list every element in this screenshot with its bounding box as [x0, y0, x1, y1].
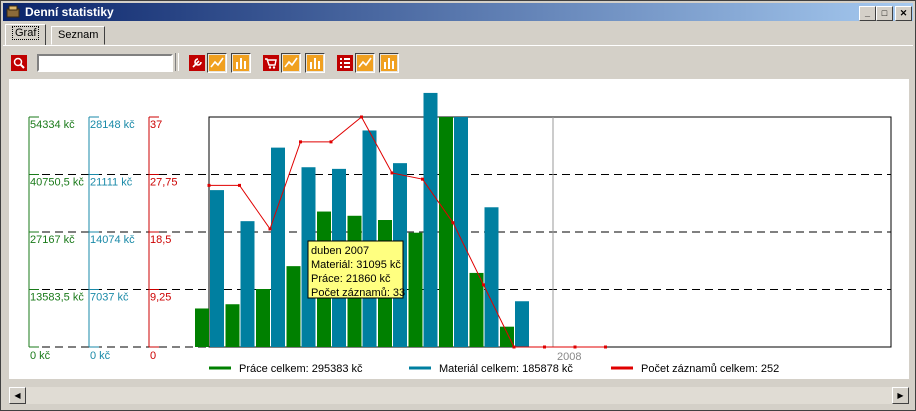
- bar-chart-icon: [233, 55, 249, 71]
- window-title: Denní statistiky: [25, 5, 114, 19]
- point-pocet: [390, 171, 394, 175]
- tab-graf[interactable]: Graf: [5, 24, 47, 46]
- title-bar[interactable]: Denní statistiky _ □ ✕: [3, 3, 913, 21]
- count-bar-chart-button[interactable]: [379, 53, 399, 73]
- point-pocet: [238, 183, 241, 187]
- search-input[interactable]: [37, 54, 173, 72]
- bar-prace: [439, 117, 453, 347]
- count-button[interactable]: [335, 53, 355, 73]
- bar-prace: [408, 232, 423, 347]
- bar-material: [484, 207, 499, 347]
- wrench-icon: [189, 55, 205, 71]
- bar-prace: [286, 266, 301, 347]
- point-pocet: [329, 140, 333, 144]
- y-axis-tick-label: 54334 kč: [30, 119, 75, 131]
- tab-graf-label: Graf: [12, 26, 40, 40]
- point-pocet: [573, 345, 577, 349]
- search-icon: [11, 55, 27, 71]
- tooltip-line: duben 2007: [311, 245, 369, 257]
- app-icon: [6, 5, 20, 18]
- work-bar-chart-button[interactable]: [231, 53, 251, 73]
- y-axis-tick-label: 37: [150, 119, 162, 131]
- material-button[interactable]: [261, 53, 281, 73]
- y-axis-tick-label: 9,25: [150, 292, 171, 304]
- bar-prace: [500, 326, 514, 347]
- x-axis-year-label: 2008: [557, 351, 581, 363]
- list-icon: [337, 55, 353, 71]
- tooltip-line: Materiál: 31095 kč: [311, 259, 401, 271]
- y-axis-tick-label: 0 kč: [90, 350, 111, 362]
- point-pocet: [207, 183, 211, 187]
- search-button[interactable]: [9, 53, 29, 73]
- maximize-button[interactable]: □: [876, 6, 893, 21]
- material-line-chart-button[interactable]: [281, 53, 301, 73]
- legend-label: Materiál celkem: 185878 kč: [439, 363, 573, 375]
- bar-chart-icon: [307, 55, 323, 71]
- horizontal-scrollbar[interactable]: ◀ ▶: [9, 387, 909, 404]
- bar-material: [515, 301, 529, 347]
- line-chart-icon: [283, 55, 299, 71]
- y-axis-tick-label: 7037 kč: [90, 292, 129, 304]
- bar-prace: [225, 304, 240, 347]
- y-axis-tick-label: 27167 kč: [30, 234, 75, 246]
- bar-chart-icon: [381, 55, 397, 71]
- y-axis-tick-label: 27,75: [150, 177, 178, 189]
- y-axis-tick-label: 14074 kč: [90, 234, 135, 246]
- point-pocet: [421, 177, 424, 181]
- bar-material: [454, 117, 468, 347]
- bar-material: [362, 130, 377, 347]
- tab-divider: [3, 45, 913, 46]
- tooltip-line: Práce: 21860 kč: [311, 273, 391, 285]
- bar-material: [423, 92, 438, 347]
- work-line-chart-button[interactable]: [207, 53, 227, 73]
- legend-label: Práce celkem: 295383 kč: [239, 363, 363, 375]
- line-chart-icon: [357, 55, 373, 71]
- legend-label: Počet záznamů celkem: 252: [641, 363, 779, 375]
- scroll-left-button[interactable]: ◀: [9, 387, 26, 404]
- count-line-chart-button[interactable]: [355, 53, 375, 73]
- point-pocet: [482, 283, 485, 287]
- point-pocet: [604, 345, 607, 349]
- point-pocet: [451, 221, 455, 225]
- bar-material: [240, 221, 255, 347]
- y-axis-tick-label: 21111 kč: [90, 177, 133, 189]
- bar-material: [210, 190, 224, 347]
- point-pocet: [299, 140, 302, 144]
- bar-prace: [256, 289, 270, 347]
- y-axis-tick-label: 28148 kč: [90, 119, 135, 131]
- y-axis-tick-label: 40750,5 kč: [30, 177, 84, 189]
- chart-area[interactable]: 2008 0 kč 13583,5 kč 27167 kč 40750,5 kč 5433…: [9, 79, 909, 379]
- close-button[interactable]: ✕: [895, 6, 912, 21]
- bar-prace: [195, 308, 209, 347]
- tooltip-line: Počet záznamů: 33: [311, 287, 405, 299]
- bar-prace: [469, 272, 484, 347]
- toolbar-separator: [175, 53, 179, 71]
- point-pocet: [360, 115, 363, 119]
- tab-seznam[interactable]: Seznam: [51, 26, 106, 45]
- scroll-right-button[interactable]: ▶: [892, 387, 909, 404]
- point-pocet: [543, 345, 546, 349]
- y-axis-tick-label: 0 kč: [30, 350, 51, 362]
- material-bar-chart-button[interactable]: [305, 53, 325, 73]
- chart-svg: 2008 0 kč 13583,5 kč 27167 kč 40750,5 kč 5433…: [28, 92, 892, 375]
- tab-seznam-label: Seznam: [58, 29, 99, 41]
- cart-icon: [263, 55, 279, 71]
- line-chart-icon: [209, 55, 225, 71]
- bar-material: [271, 147, 285, 347]
- y-axis-tick-label: 13583,5 kč: [30, 292, 84, 304]
- work-button[interactable]: [187, 53, 207, 73]
- y-axis-tick-label: 0: [150, 350, 156, 362]
- window: Denní statistiky _ □ ✕ Graf Seznam 2008 …: [0, 0, 916, 411]
- y-axis-tick-label: 18,5: [150, 234, 171, 246]
- minimize-button[interactable]: _: [859, 6, 876, 21]
- toolbar: [9, 53, 909, 73]
- point-pocet: [268, 227, 272, 231]
- point-pocet: [512, 345, 516, 349]
